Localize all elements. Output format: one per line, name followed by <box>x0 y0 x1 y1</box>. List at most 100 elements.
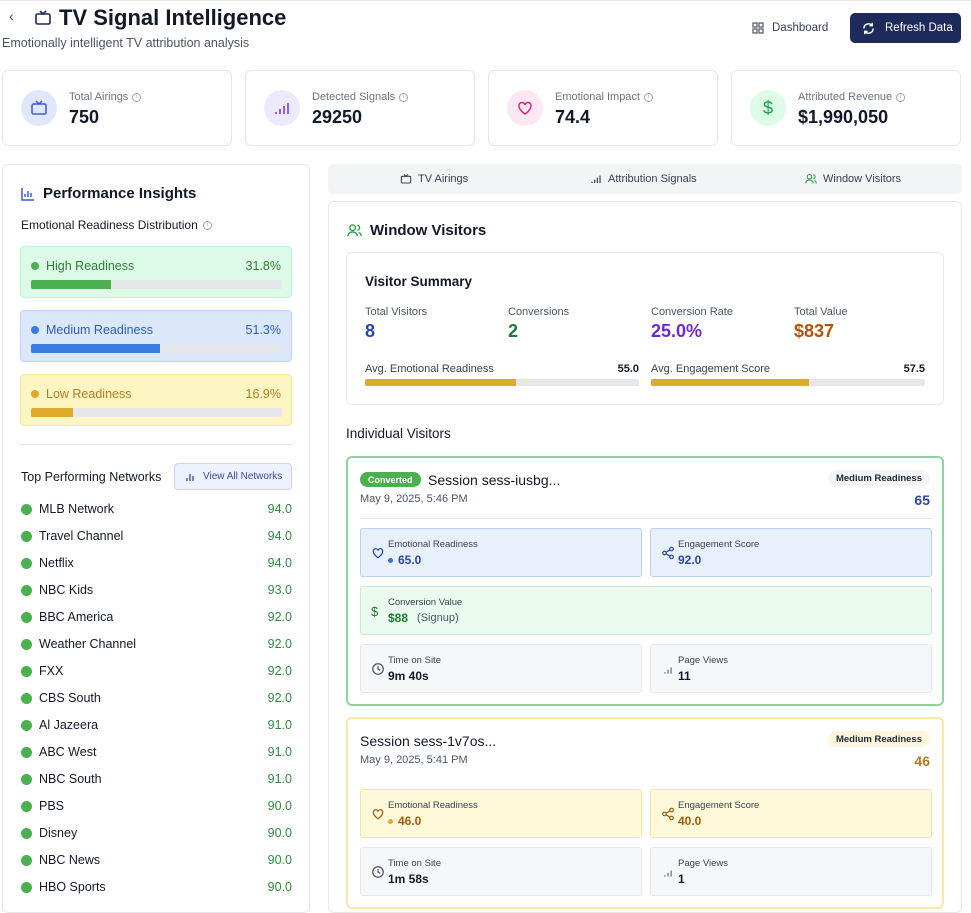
network-score: 92.0 <box>267 691 292 705</box>
conversions: Conversions 2 <box>508 306 570 341</box>
networks-title: Top Performing Networks <box>21 470 162 484</box>
network-row[interactable]: FXX 92.0 <box>20 661 292 681</box>
stat-label: Emotional Impact <box>555 91 640 103</box>
network-name: Travel Channel <box>39 529 124 543</box>
status-dot <box>21 531 32 542</box>
info-icon[interactable]: i <box>643 92 653 102</box>
network-name: PBS <box>39 799 65 813</box>
tab-tv-airings[interactable]: TV Airings <box>400 164 468 194</box>
info-icon[interactable]: i <box>896 92 906 102</box>
network-row[interactable]: NBC Kids 93.0 <box>20 580 292 600</box>
readiness-badge: Medium Readiness <box>827 470 930 486</box>
network-name: NBC Kids <box>39 583 94 597</box>
status-dot <box>21 801 32 812</box>
network-name: MLB Network <box>39 502 115 516</box>
network-name: BBC America <box>39 610 114 624</box>
divider <box>20 444 292 445</box>
info-icon[interactable]: i <box>399 92 409 102</box>
converted-badge: Converted <box>360 472 421 487</box>
visitor-card[interactable]: Converted Session sess-iusbg... May 9, 2… <box>346 456 944 706</box>
network-row[interactable]: ABC West 91.0 <box>20 742 292 762</box>
network-score: 94.0 <box>267 556 292 570</box>
panel-title: Window Visitors <box>347 222 486 239</box>
grid-icon <box>752 22 764 34</box>
chevron-left-icon[interactable]: ‹ <box>9 8 14 24</box>
network-name: NBC South <box>39 772 102 786</box>
distribution-title: Emotional Readiness Distribution i <box>21 218 212 232</box>
heart-icon <box>372 809 384 820</box>
network-name: NBC News <box>39 853 101 867</box>
info-icon[interactable]: i <box>202 220 212 230</box>
status-dot <box>21 558 32 569</box>
page-subtitle: Emotionally intelligent TV attribution a… <box>2 36 250 50</box>
dashboard-label: Dashboard <box>772 22 829 34</box>
stat-card-detected-signals: Detected Signals i 29250 <box>245 70 475 146</box>
status-dot <box>21 720 32 731</box>
tv-icon <box>35 10 51 25</box>
network-row[interactable]: HBO Sports 90.0 <box>20 877 292 897</box>
status-dot <box>21 882 32 893</box>
network-row[interactable]: Netflix 94.0 <box>20 553 292 573</box>
status-dot <box>21 855 32 866</box>
emotional-readiness-metric: Emotional Readiness 65.0 <box>360 528 642 577</box>
stat-card-emotional-impact: Emotional Impact i 74.4 <box>488 70 718 146</box>
emotional-readiness-metric: Emotional Readiness 46.0 <box>360 789 642 838</box>
network-name: FXX <box>39 664 64 678</box>
network-name: CBS South <box>39 691 101 705</box>
tab-attribution-signals[interactable]: Attribution Signals <box>590 164 697 194</box>
network-row[interactable]: Al Jazeera 91.0 <box>20 715 292 735</box>
tv-icon <box>21 90 57 126</box>
refresh-icon <box>863 22 874 34</box>
session-date: May 9, 2025, 5:41 PM <box>360 754 468 766</box>
session-id: Session sess-1v7os... <box>360 733 497 749</box>
session-id: Session sess-iusbg... <box>428 472 561 488</box>
readiness-bar <box>31 280 282 289</box>
readiness-bar <box>31 408 282 417</box>
status-dot <box>31 262 39 270</box>
page-header: ‹ TV Signal Intelligence Emotionally int… <box>0 0 971 60</box>
status-dot <box>31 390 39 398</box>
network-row[interactable]: BBC America 92.0 <box>20 607 292 627</box>
network-row[interactable]: Disney 90.0 <box>20 823 292 843</box>
page-views-metric: Page Views 11 <box>650 644 932 693</box>
time-on-site-metric: Time on Site 9m 40s <box>360 644 642 693</box>
window-visitors-panel: Window Visitors Visitor Summary Total Vi… <box>328 201 962 913</box>
tab-window-visitors[interactable]: Window Visitors <box>805 164 901 194</box>
refresh-data-button[interactable]: Refresh Data <box>850 13 961 43</box>
stat-value: 74.4 <box>555 107 591 127</box>
high-readiness-box: High Readiness 31.8% <box>20 246 292 298</box>
total-visitors: Total Visitors 8 <box>365 306 428 341</box>
network-score: 92.0 <box>267 610 292 624</box>
signal-icon <box>664 667 672 674</box>
page-views-metric: Page Views 1 <box>650 847 932 896</box>
network-score: 91.0 <box>267 718 292 732</box>
readiness-percent: 31.8% <box>245 259 281 273</box>
readiness-bar <box>31 344 282 353</box>
network-score: 90.0 <box>267 853 292 867</box>
readiness-score: 65 <box>914 492 930 508</box>
conversion-rate: Conversion Rate 25.0% <box>651 306 733 341</box>
readiness-name: High Readiness <box>46 259 135 273</box>
network-row[interactable]: Weather Channel 92.0 <box>20 634 292 654</box>
network-row[interactable]: CBS South 92.0 <box>20 688 292 708</box>
status-dot <box>31 326 39 334</box>
status-dot <box>21 666 32 677</box>
engagement-score-metric: Engagement Score 40.0 <box>650 789 932 838</box>
info-icon[interactable]: i <box>132 92 142 102</box>
status-dot <box>21 585 32 596</box>
divider <box>360 518 932 519</box>
status-dot <box>21 774 32 785</box>
view-all-networks-button[interactable]: View All Networks <box>174 463 292 490</box>
dollar-icon: $ <box>371 604 379 619</box>
visitor-card[interactable]: Session sess-1v7os... May 9, 2025, 5:41 … <box>346 717 944 909</box>
status-dot <box>21 747 32 758</box>
network-score: 90.0 <box>267 880 292 894</box>
status-dot <box>21 828 32 839</box>
stat-value: $1,990,050 <box>798 107 889 127</box>
network-row[interactable]: PBS 90.0 <box>20 796 292 816</box>
network-row[interactable]: Travel Channel 94.0 <box>20 526 292 546</box>
network-row[interactable]: NBC South 91.0 <box>20 769 292 789</box>
network-row[interactable]: MLB Network 94.0 <box>20 499 292 519</box>
network-row[interactable]: NBC News 90.0 <box>20 850 292 870</box>
dashboard-button[interactable]: Dashboard <box>742 14 842 42</box>
